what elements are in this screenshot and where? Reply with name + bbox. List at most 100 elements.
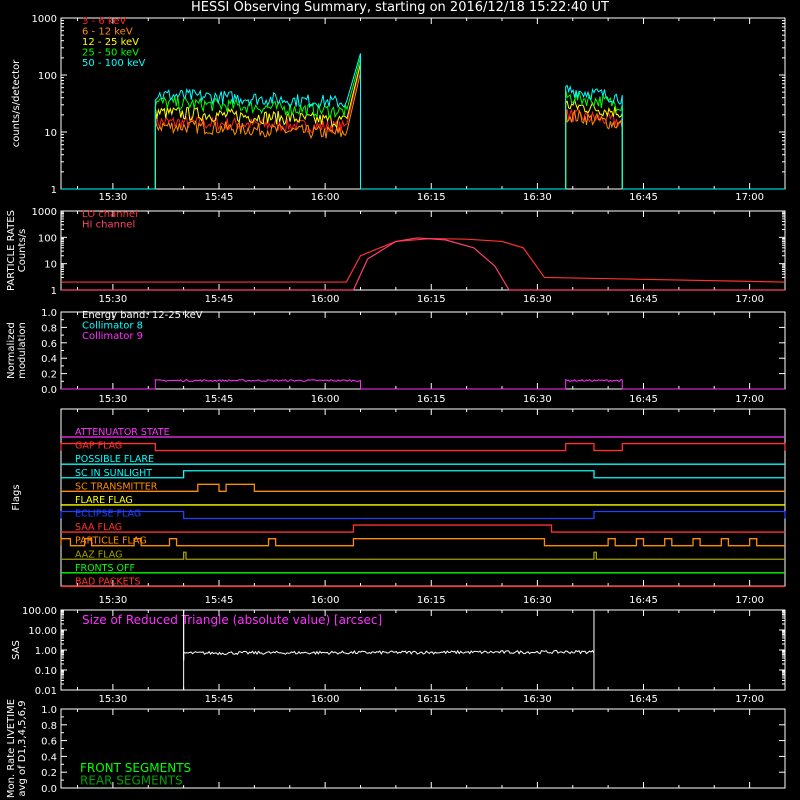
sas-ytick-label: 10.00 [28,626,57,637]
flag-label: AAZ FLAG [75,549,122,560]
particle-ylabel: PARTICLE RATES [6,210,17,291]
flag-line [61,470,785,479]
sas-time-tick-label: 16:30 [523,694,552,705]
sas-time-tick-label: 15:45 [205,694,234,705]
flag-line [61,483,785,492]
particle-ytick-label: 1 [51,286,57,297]
modulation-ylabel: Normalized [6,322,17,379]
modulation-ytick-label: 0.0 [41,385,57,396]
modulation-time-tick-label: 16:15 [417,394,446,405]
flags-time-tick-label: 15:30 [98,595,127,606]
modulation-time-tick-label: 16:00 [311,394,340,405]
modulation-frame [60,311,786,390]
particle-time-tick-label: 17:00 [735,294,764,305]
flags-time-tick-label: 16:30 [523,595,552,606]
counts-legend-entry: 3 - 6 keV [82,16,126,27]
modulation-ytick-label: 0.6 [41,339,57,350]
flag-label: ECLIPSE FLAG [75,509,141,520]
counts-legend-entry: 12 - 25 keV [82,37,139,48]
counts-legend-entry: 25 - 50 keV [82,48,139,59]
particle-time-tick-label: 16:00 [311,294,340,305]
counts-ylabel: counts/s/detector [11,59,22,147]
sas-ylabel: SAS [11,640,22,660]
flag-line [60,510,786,520]
modulation-ytick-label: 0.8 [41,323,57,334]
counts-time-tick-label: 15:30 [98,192,127,203]
particle-time-tick-label: 16:15 [417,294,446,305]
counts-series-line [61,57,785,190]
counts-time-tick-label: 16:30 [523,192,552,203]
flag-label: BAD PACKETS [75,576,141,587]
counts-time-tick-label: 15:45 [205,192,234,203]
particle-frame [60,210,786,291]
modulation-legend-entry: Energy band: 12-25 keV [82,310,203,321]
sas-time-tick-label: 15:30 [98,694,127,705]
flags-time-tick-label: 15:45 [205,595,234,606]
flags-time-tick-label: 16:00 [311,595,340,606]
modulation-time-tick-label: 16:30 [523,394,552,405]
counts-time-tick-label: 17:00 [735,192,764,203]
counts-time-tick-label: 16:15 [417,192,446,203]
flag-line [60,538,785,547]
flag-label: ATTENUATOR STATE [75,427,170,438]
flag-label: SC TRANSMITTER [75,481,158,492]
modulation-ytick-label: 1.0 [41,308,57,319]
counts-time-tick-label: 16:45 [629,192,658,203]
particle-series-line [61,237,786,283]
sas-ytick-label: 1.00 [35,646,57,657]
modulation-series-line [61,378,785,390]
flag-line [60,442,786,452]
livetime-ytick-label: 0.0 [41,784,57,795]
flags-ylabel: Flags [11,484,22,510]
counts-legend-entry: 50 - 100 keV [82,58,146,69]
flag-line [61,524,785,533]
counts-series-line [61,72,785,190]
counts-ytick-label: 10 [44,128,57,139]
modulation-legend-entry: Collimator 8 [82,321,143,332]
sas-time-tick-label: 16:00 [311,694,340,705]
flags-time-tick-label: 16:45 [629,595,658,606]
counts-ytick-label: 1000 [32,14,57,25]
flag-label: FRONTS OFF [75,563,135,574]
particle-ytick-label: 100 [38,233,57,244]
hessi-summary-chart: 15:30 15:45 16:00 16:15 16:30 16:45 17:00 count… [6,14,786,798]
flag-label: GAP FLAG [75,441,122,452]
modulation-ytick-label: 0.2 [41,370,57,381]
modulation-ylabel: modulation [17,322,28,379]
particle-time-tick-label: 16:30 [523,294,552,305]
particle-time-tick-label: 15:30 [98,294,127,305]
flag-label: SAA FLAG [75,522,122,533]
livetime-ylabel: avg of D1,3,4,5,6,9 [17,700,28,796]
particle-ytick-label: 10 [44,260,57,271]
sas-ytick-label: 100.00 [22,606,57,617]
flag-label: FLARE FLAG [75,495,133,506]
flag-line [61,551,785,560]
livetime-ytick-label: 0.8 [41,721,57,732]
livetime-legend-entry: REAR SEGMENTS [80,774,183,788]
sas-time-tick-label: 16:15 [417,694,446,705]
particle-ylabel: Counts/s [17,229,28,273]
counts-ytick-label: 1 [51,185,57,196]
sas-ytick-label: 0.01 [35,686,57,697]
modulation-time-tick-label: 16:45 [629,394,658,405]
counts-legend-entry: 6 - 12 keV [82,27,133,38]
flag-label: PARTICLE FLAG [75,536,147,547]
sas-ytick-label: 0.10 [35,666,57,677]
sas-time-tick-label: 16:45 [629,694,658,705]
livetime-ylabel: Mon. Rate LIVETIME [6,699,17,798]
modulation-legend-entry: Collimator 9 [82,331,143,342]
modulation-ytick-label: 0.4 [41,354,57,365]
particle-legend-entry: HI channel [82,220,135,231]
livetime-ytick-label: 0.2 [41,768,57,779]
counts-frame [60,17,786,190]
livetime-ytick-label: 0.4 [41,752,57,763]
modulation-time-tick-label: 17:00 [735,394,764,405]
flags-time-tick-label: 16:15 [417,595,446,606]
flag-label: SC IN SUNLIGHT [75,468,152,479]
sas-time-tick-label: 17:00 [735,694,764,705]
livetime-ytick-label: 1.0 [41,705,57,716]
counts-time-tick-label: 16:00 [311,192,340,203]
counts-ytick-label: 100 [38,71,57,82]
flag-label: POSSIBLE FLARE [75,454,154,465]
particle-legend-entry: LO channel [82,209,138,220]
